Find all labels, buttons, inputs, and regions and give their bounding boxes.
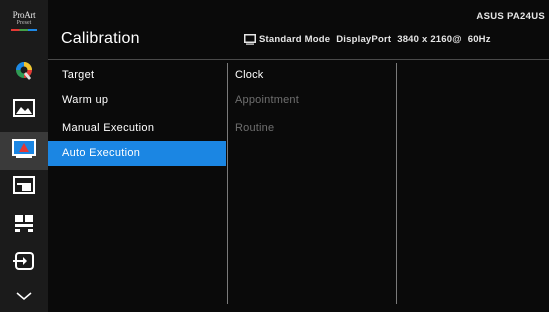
page-title: Calibration bbox=[61, 30, 140, 47]
header: Calibration ASUS PA24US Standard Mode Di… bbox=[48, 0, 549, 59]
column-divider bbox=[396, 63, 397, 304]
sidebar-item-image[interactable] bbox=[0, 91, 48, 129]
menu-item-warm-up[interactable]: Warm up bbox=[48, 88, 226, 113]
menu-item-manual-execution[interactable]: Manual Execution bbox=[48, 116, 226, 141]
menu-item-label: Target bbox=[62, 69, 95, 81]
sidebar-item-proart-palette[interactable] bbox=[0, 53, 48, 91]
submenu-item-clock[interactable]: Clock bbox=[235, 63, 264, 88]
logo-line-2: Preset bbox=[16, 20, 32, 26]
status-input: DisplayPort bbox=[336, 34, 392, 45]
status-bar: Standard Mode DisplayPort 3840 x 2160@ 6… bbox=[244, 34, 491, 45]
image-icon bbox=[13, 98, 35, 122]
logo-color-bar bbox=[11, 29, 37, 31]
status-mode: Standard Mode bbox=[259, 34, 331, 45]
sidebar-item-qualiti-fit[interactable] bbox=[0, 206, 48, 244]
submenu-item-appointment: Appointment bbox=[235, 94, 299, 106]
proart-preset-logo: ProArt Preset bbox=[0, 0, 48, 42]
sidebar-item-pip-pbp[interactable] bbox=[0, 168, 48, 206]
pip-pbp-icon bbox=[13, 175, 35, 199]
proart-palette-icon bbox=[13, 59, 35, 86]
menu-item-label: Warm up bbox=[62, 94, 109, 106]
sidebar-item-calibration[interactable] bbox=[0, 132, 48, 170]
menu-item-target[interactable]: Target bbox=[48, 63, 226, 88]
header-divider bbox=[48, 59, 549, 60]
status-refresh: 60Hz bbox=[467, 34, 491, 45]
model-name: ASUS PA24US bbox=[476, 11, 545, 22]
status-resolution: 3840 x 2160@ bbox=[397, 34, 462, 45]
input-select-icon bbox=[13, 251, 35, 275]
column-divider bbox=[227, 63, 228, 304]
qualiti-fit-icon bbox=[14, 213, 34, 238]
menu-item-auto-execution[interactable]: Auto Execution bbox=[48, 141, 226, 166]
sidebar-item-input-select[interactable] bbox=[0, 244, 48, 282]
menu-item-label: Manual Execution bbox=[62, 122, 155, 134]
monitor-icon bbox=[244, 34, 256, 45]
submenu-item-routine: Routine bbox=[235, 122, 275, 134]
calibration-icon bbox=[12, 138, 36, 164]
sidebar-scroll-down[interactable] bbox=[0, 282, 48, 312]
logo-line-1: ProArt bbox=[12, 10, 36, 20]
chevron-down-icon bbox=[16, 288, 32, 306]
menu-item-label: Auto Execution bbox=[62, 147, 141, 159]
